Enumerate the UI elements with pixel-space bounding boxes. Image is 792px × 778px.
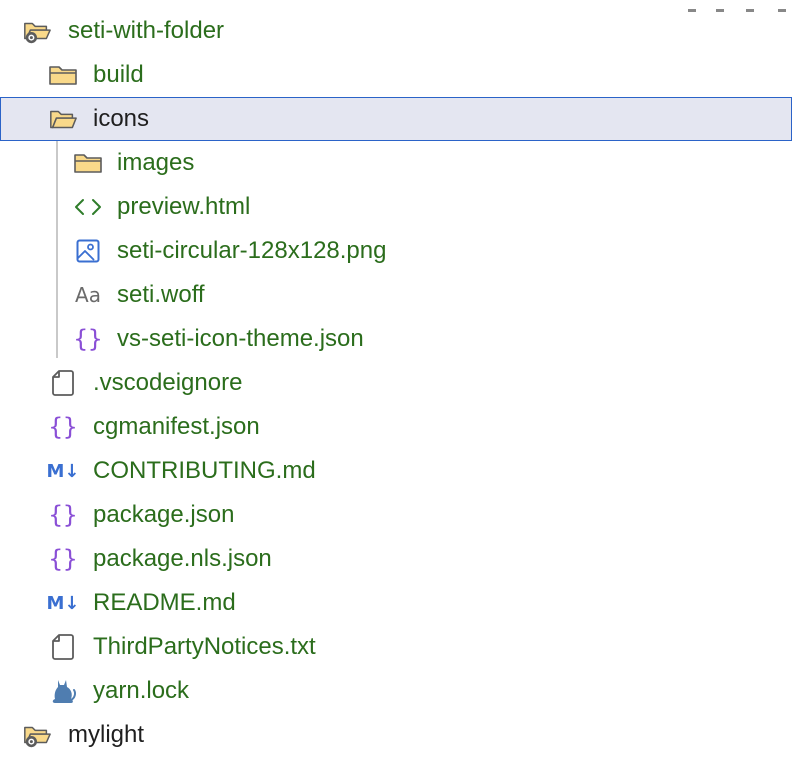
tree-item-icons[interactable]: icons <box>0 97 792 141</box>
tree-item-cgmanifest-json[interactable]: {} cgmanifest.json <box>0 405 792 449</box>
tree-item-label: CONTRIBUTING.md <box>93 457 316 484</box>
tree-item-label: package.json <box>93 501 235 528</box>
tree-item-readme-md[interactable]: M↓ README.md <box>0 581 792 625</box>
markdown-icon: M↓ <box>46 592 80 614</box>
tree-item-seti-with-folder[interactable]: seti-with-folder <box>0 9 792 53</box>
tree-item-images[interactable]: images <box>0 141 792 185</box>
tree-item-thirdpartynotices-txt[interactable]: ThirdPartyNotices.txt <box>0 625 792 669</box>
file-explorer-tree: seti-with-folder build icons images prev… <box>0 0 792 778</box>
file-icon <box>48 632 78 662</box>
tree-item-label: cgmanifest.json <box>93 413 260 440</box>
tree-item-package-nls-json[interactable]: {} package.nls.json <box>0 537 792 581</box>
tree-item-label: images <box>117 149 195 176</box>
tree-item-contributing-md[interactable]: M↓ CONTRIBUTING.md <box>0 449 792 493</box>
tree-item-seti-woff[interactable]: Aa seti.woff <box>0 273 792 317</box>
folder-open-icon <box>48 104 78 134</box>
tree-item-label: yarn.lock <box>93 677 190 704</box>
folder-open-gear-icon <box>22 720 52 750</box>
font-file-icon: Aa <box>75 283 101 307</box>
folder-icon <box>73 148 103 178</box>
json-braces-icon: {} <box>73 325 103 353</box>
tree-item-label: vs-seti-icon-theme.json <box>117 325 364 352</box>
tree-item-vs-seti-icon-theme-json[interactable]: {} vs-seti-icon-theme.json <box>0 317 792 361</box>
tree-item-mylight[interactable]: mylight <box>0 713 792 757</box>
tree-item-package-json[interactable]: {} package.json <box>0 493 792 537</box>
tree-item-label: mylight <box>68 721 145 748</box>
image-file-icon <box>73 236 103 266</box>
tree-item-label: ThirdPartyNotices.txt <box>93 633 316 660</box>
tree-item-label: preview.html <box>117 193 251 220</box>
json-braces-icon: {} <box>48 545 78 573</box>
tree-item-label: .vscodeignore <box>93 369 243 396</box>
json-braces-icon: {} <box>48 501 78 529</box>
tree-item-label: icons <box>93 105 150 132</box>
tree-item-label: README.md <box>93 589 236 616</box>
tree-item-vscodeignore[interactable]: .vscodeignore <box>0 361 792 405</box>
tree-item-preview-html[interactable]: preview.html <box>0 185 792 229</box>
tree-item-label: seti-circular-128x128.png <box>117 237 387 264</box>
tree-item-label: seti-with-folder <box>68 17 225 44</box>
tree-item-yarn-lock[interactable]: yarn.lock <box>0 669 792 713</box>
clipped-top-edge <box>686 0 792 12</box>
folder-open-gear-icon <box>22 16 52 46</box>
json-braces-icon: {} <box>48 413 78 441</box>
tree-item-label: package.nls.json <box>93 545 272 572</box>
tree-item-seti-circular-png[interactable]: seti-circular-128x128.png <box>0 229 792 273</box>
folder-icon <box>48 60 78 90</box>
tree-item-label: seti.woff <box>117 281 205 308</box>
file-icon <box>48 368 78 398</box>
markdown-icon: M↓ <box>46 460 80 482</box>
html-code-icon <box>73 192 103 222</box>
tree-item-build[interactable]: build <box>0 53 792 97</box>
tree-item-label: build <box>93 61 144 88</box>
yarn-cat-icon <box>48 676 78 706</box>
